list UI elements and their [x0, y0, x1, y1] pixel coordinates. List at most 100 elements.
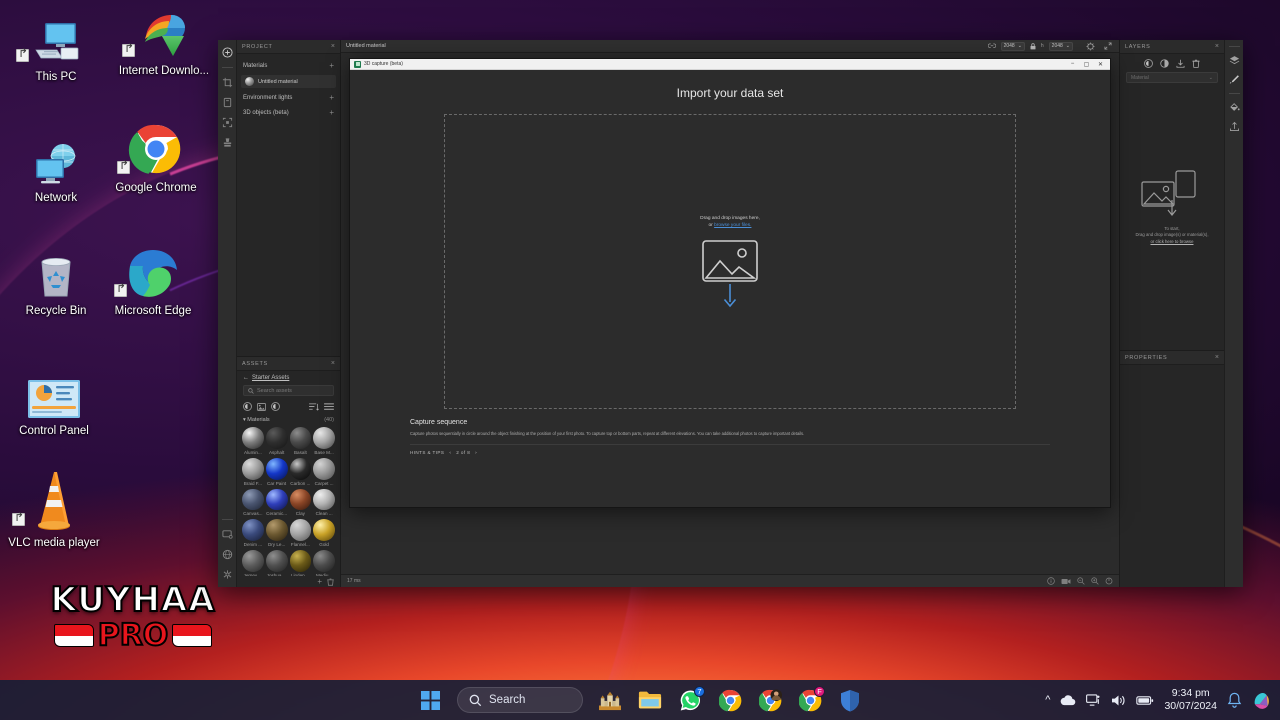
sort-icon[interactable]: [309, 402, 319, 411]
material-select-dropdown[interactable]: Material ⌄: [1126, 72, 1218, 83]
hints-prev-button[interactable]: ‹: [449, 450, 451, 455]
desktop-icon-chrome[interactable]: Google Chrome: [108, 124, 204, 195]
paint-bucket-icon[interactable]: [1229, 102, 1240, 113]
link-resolution-icon[interactable]: [987, 43, 996, 49]
reset-view-icon[interactable]: [1105, 577, 1113, 585]
assets-panel-close[interactable]: ×: [331, 360, 335, 367]
crop-icon[interactable]: [221, 76, 234, 89]
add-asset-icon[interactable]: +: [317, 577, 322, 586]
screen-icon[interactable]: [221, 528, 234, 541]
volume-icon[interactable]: [1111, 694, 1126, 707]
asset-material-cell[interactable]: Gold: [313, 519, 335, 547]
desktop-icon-recycle-bin[interactable]: Recycle Bin: [8, 248, 104, 318]
add-environment-light-button[interactable]: +: [329, 93, 334, 102]
brush-icon[interactable]: [1229, 74, 1240, 85]
file-explorer-icon[interactable]: [637, 687, 663, 713]
material-list-item[interactable]: Untitled material: [241, 75, 336, 88]
desktop-icon-network[interactable]: Network: [8, 135, 104, 205]
filter-filters-icon[interactable]: [271, 402, 280, 411]
layers-empty-state[interactable]: To start, Drag and drop image(s) or mate…: [1120, 89, 1224, 350]
asset-material-cell[interactable]: Asphalt: [265, 427, 288, 455]
battery-icon[interactable]: [1136, 695, 1154, 706]
start-button[interactable]: [417, 687, 443, 713]
layers-empty-line3[interactable]: or click here to browse: [1150, 239, 1193, 244]
add-3d-object-button[interactable]: +: [329, 108, 334, 117]
asset-material-cell[interactable]: Car Paint: [265, 457, 288, 486]
layer-icon[interactable]: [1160, 59, 1169, 68]
layers-panel-close[interactable]: ×: [1215, 43, 1219, 50]
desktop-icon-idm[interactable]: Internet Downlo...: [116, 8, 212, 78]
assets-search-input[interactable]: Search assets: [243, 385, 334, 396]
chrome-alt-icon[interactable]: F: [797, 686, 825, 713]
project-panel-close[interactable]: ×: [331, 43, 335, 50]
layers-stack-icon[interactable]: [1229, 55, 1240, 66]
desktop-icon-edge[interactable]: Microsoft Edge: [105, 248, 201, 318]
project-row-3d-objects[interactable]: 3D objects (beta) +: [237, 105, 340, 120]
asset-material-cell[interactable]: Clay: [289, 488, 312, 516]
render-icon[interactable]: [1086, 41, 1095, 51]
assets-group-header[interactable]: ▾ Materials (40): [237, 415, 340, 425]
asset-material-cell[interactable]: Basalt: [289, 427, 312, 455]
clock[interactable]: 9:34 pm 30/07/2024: [1164, 687, 1217, 713]
desktop-icon-vlc[interactable]: VLC media player: [6, 470, 102, 550]
back-arrow-icon[interactable]: ←: [243, 375, 249, 381]
filter-images-icon[interactable]: [257, 402, 266, 411]
chrome-icon[interactable]: [717, 687, 743, 713]
asset-material-cell[interactable]: Flannel...: [289, 519, 312, 547]
asset-material-cell[interactable]: Canvas...: [242, 488, 264, 516]
asset-material-cell[interactable]: Base M...: [313, 427, 335, 455]
search-box[interactable]: Search: [457, 687, 583, 713]
stamp-icon[interactable]: [221, 136, 234, 149]
lock-icon[interactable]: [1030, 42, 1036, 50]
dropzone[interactable]: Drag and drop images here, or browse you…: [444, 114, 1016, 409]
asset-material-cell[interactable]: Mediu...: [313, 550, 335, 576]
list-view-icon[interactable]: [324, 402, 334, 411]
asset-material-cell[interactable]: Joshua ...: [265, 550, 288, 576]
export-icon[interactable]: [1229, 121, 1240, 132]
trash-icon[interactable]: [1192, 59, 1200, 68]
close-button[interactable]: ✕: [1095, 61, 1106, 68]
frame-icon[interactable]: [221, 116, 234, 129]
camera-icon[interactable]: [1061, 578, 1071, 585]
delete-asset-icon[interactable]: [327, 578, 334, 586]
properties-panel-close[interactable]: ×: [1215, 354, 1219, 361]
height-dropdown[interactable]: 2048 ⌄: [1048, 41, 1073, 51]
add-material-button[interactable]: +: [329, 61, 334, 70]
import-icon[interactable]: [1176, 59, 1185, 68]
asset-material-cell[interactable]: Denim ...: [242, 519, 264, 547]
tray-chevron-up-icon[interactable]: ^: [1045, 694, 1050, 706]
project-row-materials[interactable]: Materials +: [237, 58, 340, 73]
dialog-titlebar[interactable]: 3D capture (beta) − ▢ ✕: [350, 59, 1110, 70]
measure-icon[interactable]: [221, 96, 234, 109]
asset-material-cell[interactable]: Carbon ...: [289, 457, 312, 486]
asset-material-cell[interactable]: Linden ...: [289, 550, 312, 576]
colorful-app-icon[interactable]: [1252, 691, 1272, 710]
expand-icon[interactable]: [1104, 42, 1112, 50]
chrome-profile-icon[interactable]: [757, 687, 783, 713]
assets-breadcrumb[interactable]: ← Starter Assets: [237, 371, 340, 383]
whatsapp-icon[interactable]: 7: [677, 686, 705, 713]
material-icon[interactable]: [1144, 59, 1153, 68]
windows-security-icon[interactable]: [837, 687, 863, 713]
filter-materials-icon[interactable]: [243, 402, 252, 411]
desktop-icon-this-pc[interactable]: This PC: [8, 14, 104, 84]
globe-icon[interactable]: [221, 548, 234, 561]
zoom-out-icon[interactable]: [1077, 577, 1085, 585]
asset-material-cell[interactable]: Ceramic...: [265, 488, 288, 516]
width-dropdown[interactable]: 2048 ⌄: [1000, 41, 1025, 51]
add-icon[interactable]: [221, 46, 234, 59]
hints-next-button[interactable]: ›: [475, 450, 477, 455]
bell-icon[interactable]: [1227, 692, 1242, 708]
browse-files-link[interactable]: browse your files.: [714, 223, 751, 228]
desktop-icon-control-panel[interactable]: Control Panel: [6, 368, 102, 438]
asset-material-cell[interactable]: Jersey ...: [242, 550, 264, 576]
asset-material-cell[interactable]: Alumin...: [242, 427, 264, 455]
zoom-fit-icon[interactable]: [1091, 577, 1099, 585]
asset-material-cell[interactable]: Clean ...: [313, 488, 335, 516]
minimize-button[interactable]: −: [1067, 61, 1078, 67]
network-monitor-icon[interactable]: [1086, 693, 1101, 707]
asset-material-cell[interactable]: Dry Le...: [265, 519, 288, 547]
info-icon[interactable]: [1047, 577, 1055, 585]
asset-material-cell[interactable]: Carpet ...: [313, 457, 335, 486]
maximize-button[interactable]: ▢: [1081, 61, 1092, 68]
